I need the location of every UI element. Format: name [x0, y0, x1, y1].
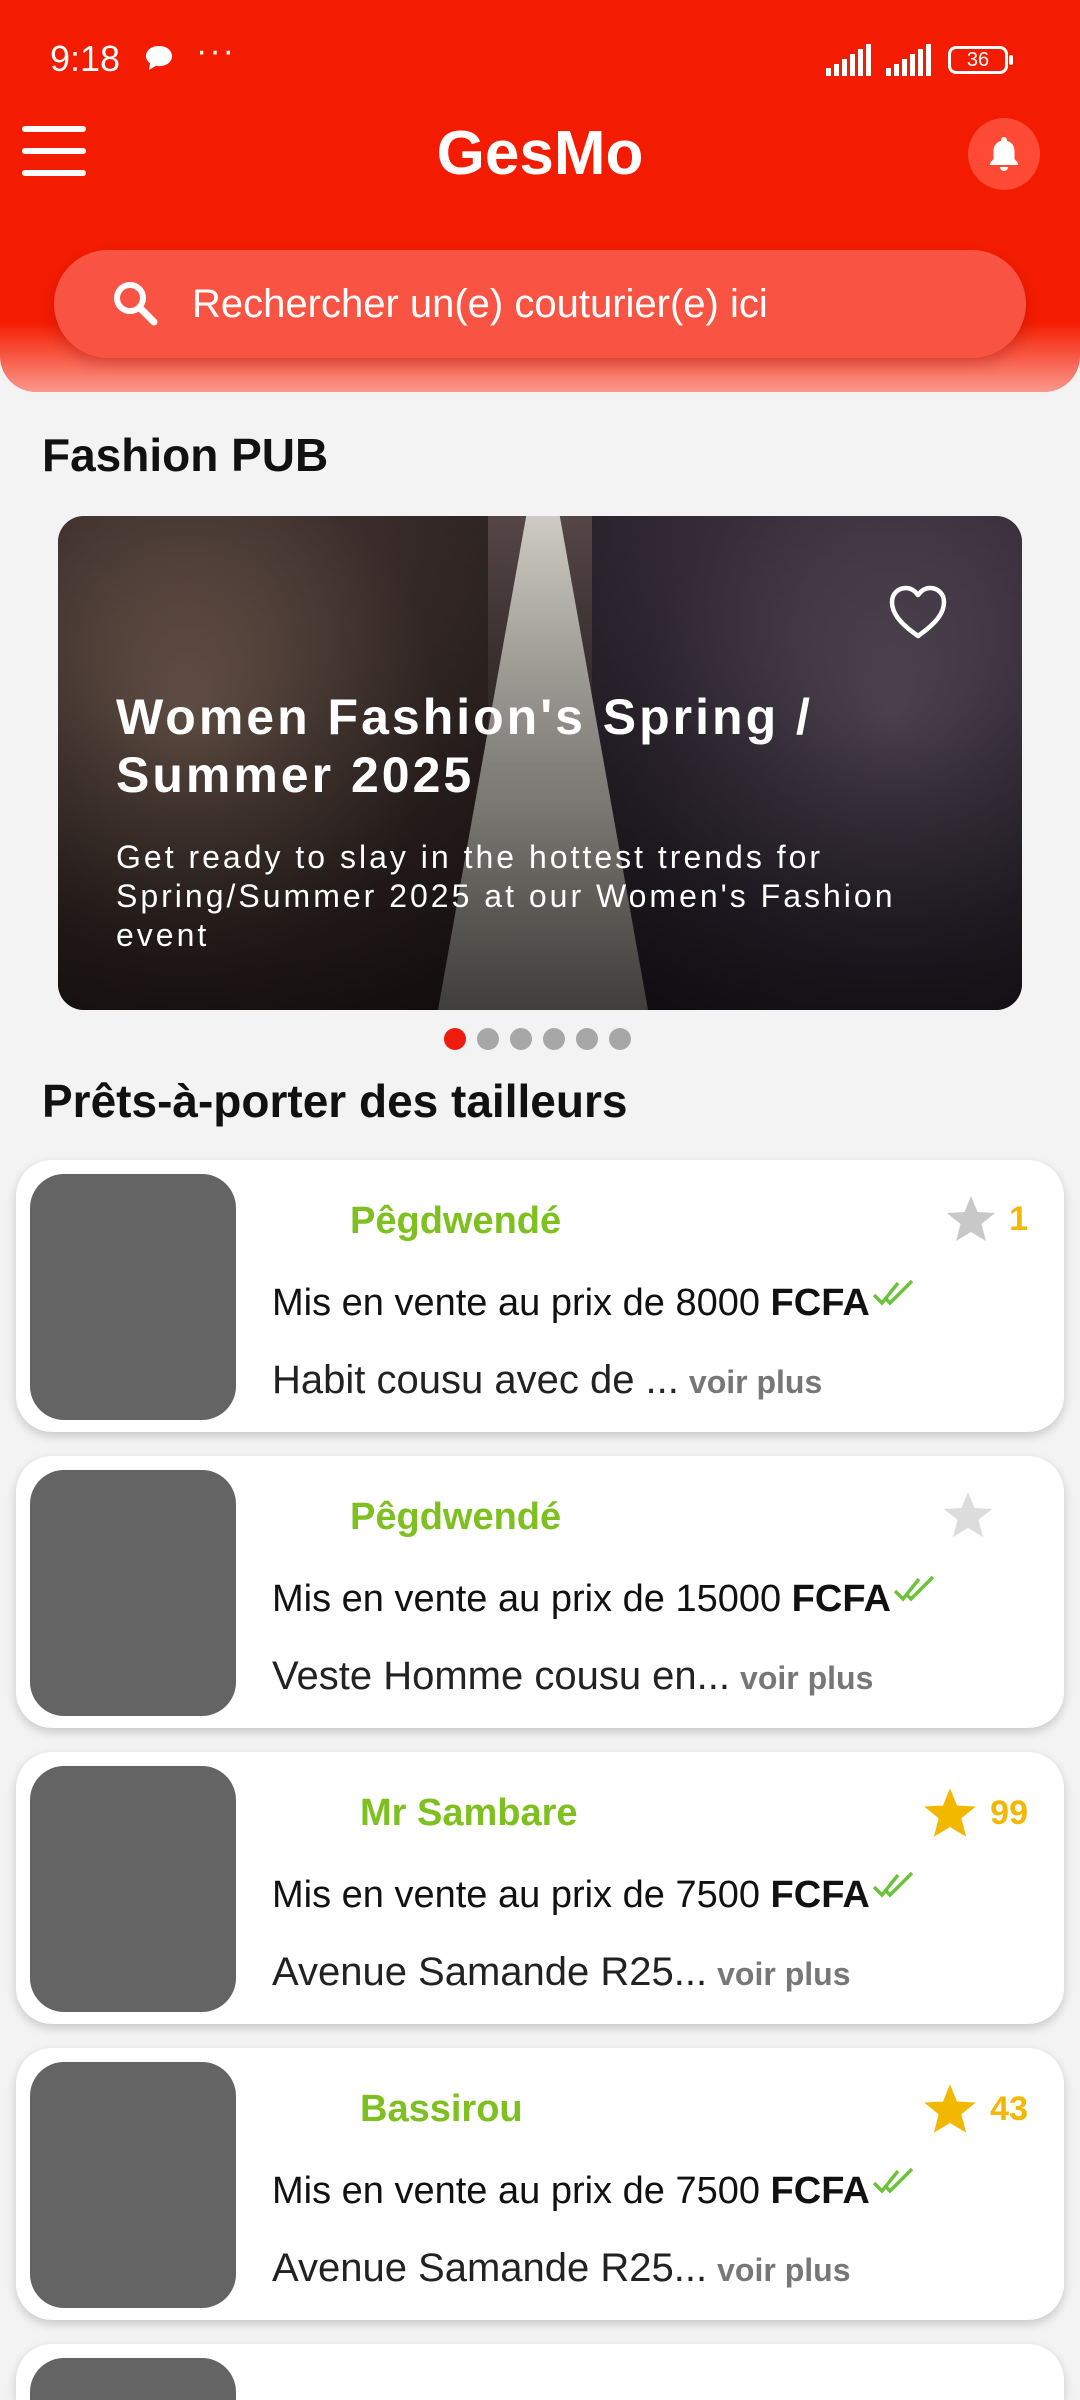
- listing-card[interactable]: Mr Sambare 99 Mis en vente au prix de 75…: [16, 1752, 1064, 2024]
- listing-thumbnail[interactable]: [30, 2358, 236, 2400]
- star-icon[interactable]: [945, 1194, 997, 1244]
- price-prefix: Mis en vente au prix de: [272, 1874, 676, 1916]
- app-header: 9:18 ··· 36 GesMo Rechercher un(e) coutu…: [0, 0, 1080, 392]
- listing-description: Avenue Samande R25... voir plus: [272, 1950, 850, 1995]
- see-more-link[interactable]: voir plus: [717, 1956, 850, 1992]
- carousel-dot[interactable]: [576, 1028, 598, 1050]
- price-value: 7500: [675, 1874, 760, 1916]
- description-text: Avenue Samande R25...: [272, 1950, 708, 1994]
- star-icon[interactable]: [922, 1786, 978, 1840]
- rating: 99: [922, 1786, 1028, 1840]
- double-check-icon: [872, 1868, 914, 1911]
- description-text: Avenue Samande R25...: [272, 2246, 708, 2290]
- star-icon[interactable]: [922, 2082, 978, 2136]
- listing-card[interactable]: Pêgdwendé 1 Mis en vente au prix de 8000…: [16, 1160, 1064, 1432]
- rating-count: 1: [1009, 1199, 1028, 1238]
- rating: [942, 1490, 1006, 1540]
- double-check-icon: [872, 2164, 914, 2207]
- star-icon[interactable]: [942, 1490, 994, 1540]
- battery-icon: 36: [948, 46, 1013, 74]
- bell-icon: [990, 137, 1018, 171]
- price-prefix: Mis en vente au prix de: [272, 1282, 676, 1324]
- carousel-dot-active[interactable]: [444, 1028, 466, 1050]
- favorite-heart-button[interactable]: [888, 584, 948, 645]
- banner-description: Get ready to slay in the hottest trends …: [116, 839, 896, 953]
- price-prefix: Mis en vente au prix de: [272, 1578, 676, 1620]
- price-value: 15000: [675, 1578, 782, 1620]
- listing-card-partial[interactable]: [16, 2344, 1064, 2400]
- listing-thumbnail[interactable]: [30, 1470, 236, 1716]
- listing-thumbnail[interactable]: [30, 1174, 236, 1420]
- seller-name[interactable]: Pêgdwendé: [350, 1200, 561, 1243]
- search-input-placeholder[interactable]: Rechercher un(e) couturier(e) ici: [192, 282, 768, 327]
- listing-description: Avenue Samande R25... voir plus: [272, 2246, 850, 2291]
- seller-name[interactable]: Pêgdwendé: [350, 1496, 561, 1539]
- rating-count: 99: [990, 1793, 1028, 1832]
- listing-thumbnail[interactable]: [30, 1766, 236, 2012]
- heart-icon: [889, 585, 947, 639]
- price-currency: FCFA: [791, 1578, 891, 1620]
- price-currency: FCFA: [770, 1282, 870, 1324]
- search-bar[interactable]: Rechercher un(e) couturier(e) ici: [54, 250, 1026, 358]
- pret-a-porter-heading: Prêts-à-porter des tailleurs: [42, 1075, 628, 1127]
- price-line: Mis en vente au prix de 7500 FCFA: [272, 1871, 914, 1917]
- fashion-pub-heading: Fashion PUB: [42, 429, 329, 481]
- app-title: GesMo: [436, 119, 644, 188]
- description-text: Habit cousu avec de ...: [272, 1358, 679, 1402]
- listing-thumbnail[interactable]: [30, 2062, 236, 2308]
- listing-description: Habit cousu avec de ... voir plus: [272, 1358, 822, 1403]
- see-more-link[interactable]: voir plus: [740, 1660, 873, 1696]
- seller-name[interactable]: Mr Sambare: [360, 1792, 578, 1835]
- see-more-link[interactable]: voir plus: [689, 1364, 822, 1400]
- search-icon: [110, 278, 160, 333]
- promo-banner[interactable]: Women Fashion's Spring / Summer 2025 Get…: [58, 516, 1022, 1010]
- double-check-icon: [872, 1276, 914, 1319]
- carousel-dot[interactable]: [609, 1028, 631, 1050]
- listing-card[interactable]: Bassirou 43 Mis en vente au prix de 7500…: [16, 2048, 1064, 2320]
- signal-icon-2: [886, 44, 936, 81]
- price-value: 8000: [675, 1282, 760, 1324]
- status-bar: 9:18 ··· 36: [0, 0, 1080, 120]
- carousel-indicator: [444, 1028, 631, 1050]
- listing-description: Veste Homme cousu en... voir plus: [272, 1654, 873, 1699]
- status-time: 9:18: [50, 38, 121, 79]
- notifications-button[interactable]: [968, 118, 1040, 190]
- carousel-dot[interactable]: [543, 1028, 565, 1050]
- chat-bubble-icon: [144, 44, 174, 77]
- price-currency: FCFA: [770, 1874, 870, 1916]
- double-check-icon: [893, 1572, 935, 1615]
- see-more-link[interactable]: voir plus: [717, 2252, 850, 2288]
- description-text: Veste Homme cousu en...: [272, 1654, 731, 1698]
- rating-count: 43: [990, 2089, 1028, 2128]
- banner-title: Women Fashion's Spring / Summer 2025: [116, 689, 813, 803]
- price-line: Mis en vente au prix de 15000 FCFA: [272, 1575, 935, 1621]
- rating: 43: [922, 2082, 1028, 2136]
- status-more-dots: ···: [196, 32, 236, 70]
- carousel-dot[interactable]: [477, 1028, 499, 1050]
- seller-name[interactable]: Bassirou: [360, 2088, 523, 2131]
- price-line: Mis en vente au prix de 8000 FCFA: [272, 1279, 914, 1325]
- price-prefix: Mis en vente au prix de: [272, 2170, 676, 2212]
- price-value: 7500: [675, 2170, 760, 2212]
- rating: 1: [945, 1194, 1028, 1244]
- signal-icon: [826, 44, 876, 81]
- price-currency: FCFA: [770, 2170, 870, 2212]
- price-line: Mis en vente au prix de 7500 FCFA: [272, 2167, 914, 2213]
- carousel-dot[interactable]: [510, 1028, 532, 1050]
- listing-card[interactable]: Pêgdwendé Mis en vente au prix de 15000 …: [16, 1456, 1064, 1728]
